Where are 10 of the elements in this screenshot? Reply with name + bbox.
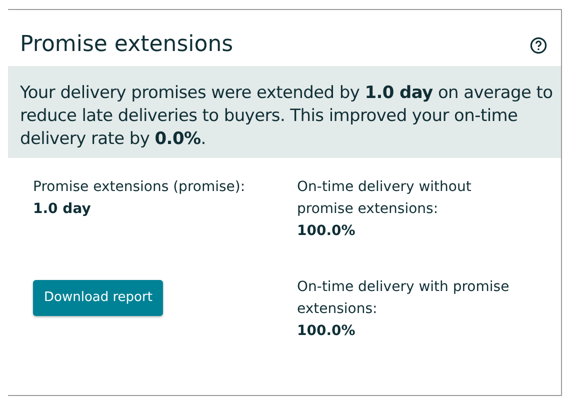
download-report-button[interactable]: Download report <box>33 280 164 316</box>
help-icon[interactable] <box>530 36 547 54</box>
card-title: Promise extensions <box>20 31 234 59</box>
metric-label: On-time delivery with promise extensions: <box>297 278 510 319</box>
metric-label: On-time delivery without promise extensions: <box>297 178 472 219</box>
metric-label: Promise extensions (promise): <box>33 178 246 197</box>
summary-text: Your delivery promises were extended by 1.0 day on average to reduce late deliveries to buyers. This improved your on-time delivery rate by 0.0%. <box>20 82 554 151</box>
metric-value: 100.0% <box>297 222 356 241</box>
metric-value: 1.0 day <box>33 200 92 219</box>
metric-value: 100.0% <box>297 322 356 341</box>
